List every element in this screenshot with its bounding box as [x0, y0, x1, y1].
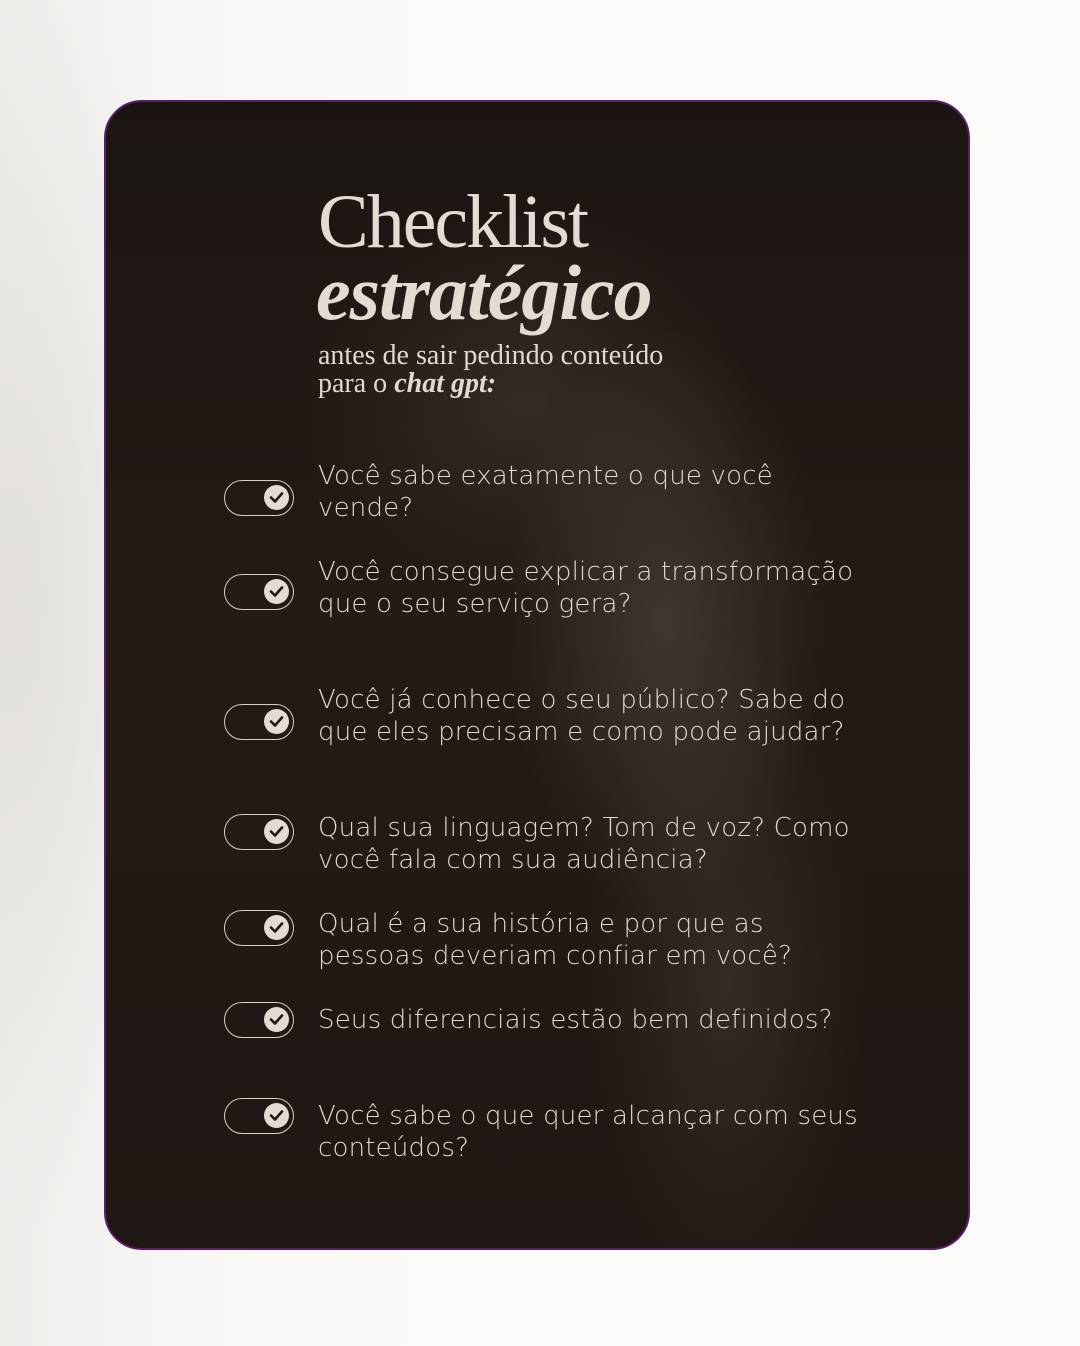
checklist-card: Checklist estratégico antes de sair pedi…	[104, 100, 970, 1250]
checklist-toggle[interactable]	[224, 704, 294, 740]
toggle-knob	[264, 1103, 289, 1128]
check-icon	[269, 922, 284, 933]
subtitle: antes de sair pedindo conteúdo para o ch…	[318, 342, 663, 398]
checklist-toggle[interactable]	[224, 574, 294, 610]
check-icon	[269, 1014, 284, 1025]
checklist-toggle[interactable]	[224, 910, 294, 946]
check-icon	[269, 716, 284, 727]
checklist-item-text: Você consegue explicar a transformação q…	[318, 557, 854, 619]
checklist-toggle[interactable]	[224, 1002, 294, 1038]
subtitle-line-2-prefix: para o	[318, 368, 395, 399]
toggle-knob	[264, 485, 289, 510]
check-icon	[269, 492, 284, 503]
checklist-item-text: Você sabe o que quer alcançar com seus c…	[318, 1101, 858, 1163]
subtitle-line-2-emphasis: chat gpt:	[394, 368, 497, 399]
checklist-item-text: Você sabe exatamente o que você vende?	[318, 461, 773, 523]
checklist-toggle[interactable]	[224, 480, 294, 516]
title-line-2: estratégico	[316, 249, 653, 336]
checklist-item-text: Você já conhece o seu público? Sabe do q…	[318, 685, 846, 747]
checklist-item-text: Qual sua linguagem? Tom de voz? Como voc…	[318, 813, 850, 875]
toggle-knob	[264, 915, 289, 940]
checklist-toggle[interactable]	[224, 814, 294, 850]
check-icon	[269, 1110, 284, 1121]
checklist-toggle[interactable]	[224, 1098, 294, 1134]
toggle-knob	[264, 709, 289, 734]
check-icon	[269, 826, 284, 837]
check-icon	[269, 586, 284, 597]
toggle-knob	[264, 819, 289, 844]
subtitle-line-1: antes de sair pedindo conteúdo	[318, 340, 664, 371]
toggle-knob	[264, 579, 289, 604]
toggle-knob	[264, 1007, 289, 1032]
checklist-item-text: Seus diferenciais estão bem definidos?	[318, 1005, 833, 1035]
checklist-item-text: Qual é a sua história e por que as pesso…	[318, 909, 793, 971]
